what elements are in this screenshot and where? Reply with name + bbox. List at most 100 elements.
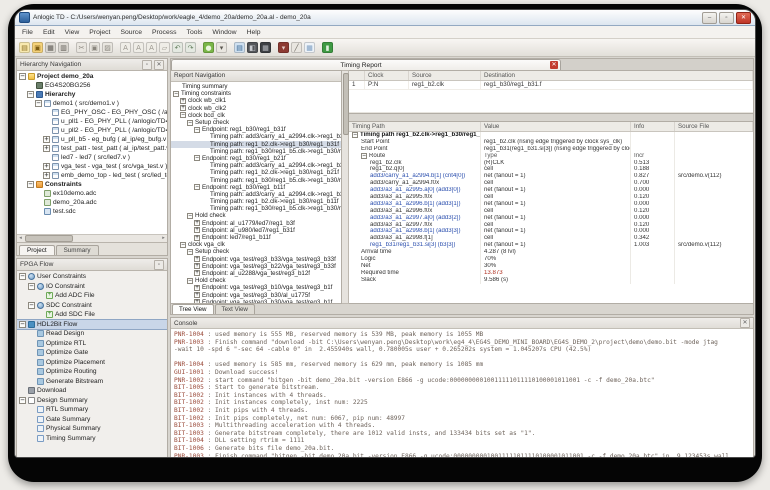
collapse-icon[interactable]: − [194, 127, 200, 133]
collapse-icon[interactable]: − [352, 132, 358, 138]
path-table-row[interactable]: reg1_b31/reg1_b31.si[3] (b3[3])net (fano… [349, 242, 753, 249]
collapse-icon[interactable]: − [180, 112, 186, 118]
tab-summary[interactable]: Summary [56, 245, 99, 255]
expand-icon[interactable]: + [43, 172, 50, 179]
collapse-icon[interactable]: − [19, 273, 26, 280]
expand-icon[interactable]: + [180, 98, 186, 104]
maximize-button[interactable]: ▫ [719, 12, 734, 24]
report-nav-row[interactable]: Timing path: reg1_b2.clk->reg1_b30/reg1_… [171, 198, 341, 205]
path-table-row[interactable]: add3/a3_a1_a2995.f0xcell0.120 [349, 194, 753, 201]
copy-icon[interactable]: ▣ [89, 42, 100, 53]
collapse-icon[interactable]: − [361, 153, 367, 159]
tab-tree-view[interactable]: Tree View [172, 304, 214, 314]
cut-icon[interactable]: ✂ [76, 42, 87, 53]
collapse-icon[interactable]: − [27, 181, 34, 188]
redo-icon[interactable]: ↷ [185, 42, 196, 53]
menu-help[interactable]: Help [242, 29, 266, 36]
collapse-icon[interactable]: − [187, 213, 193, 219]
collapse-icon[interactable]: − [19, 321, 26, 328]
report-nav-row[interactable]: −Setup check [171, 119, 341, 126]
collapse-icon[interactable]: − [194, 184, 200, 190]
flow-item[interactable]: +Add SDC File [17, 310, 167, 320]
flow-item[interactable]: Read Design [17, 329, 167, 339]
pin-panel-icon[interactable]: ▫ [154, 260, 164, 270]
hierarchy-tree-row[interactable]: −Hierarchy [17, 90, 167, 99]
path-table-row[interactable]: Start Pointreg1_b2.clk (rising edge trig… [349, 139, 753, 146]
floorplan-icon[interactable]: ◧ [247, 42, 258, 53]
zoom-in-icon[interactable]: A [120, 42, 131, 53]
flow-item[interactable]: +Add ADC File [17, 291, 167, 301]
column-header[interactable]: Source [409, 71, 481, 80]
undo-icon[interactable]: ↶ [172, 42, 183, 53]
collapse-icon[interactable]: − [27, 91, 34, 98]
expand-icon[interactable]: + [180, 105, 186, 111]
collapse-icon[interactable]: − [187, 278, 193, 284]
expand-icon[interactable]: + [194, 220, 200, 226]
collapse-icon[interactable]: − [187, 120, 193, 126]
expand-icon[interactable]: + [43, 163, 50, 170]
hierarchy-tree-row[interactable]: −Constraints [17, 180, 167, 189]
expand-icon[interactable]: + [194, 227, 200, 233]
report-nav-row[interactable]: +Endpoint: vga_test/reg3_b33/vga_test/re… [171, 256, 341, 263]
report-nav-row[interactable]: Timing summary [171, 83, 341, 90]
path-table-row[interactable]: −Timing path reg1_b2.clk->reg1_b30/reg1_… [349, 132, 753, 139]
scrollbar-thumb[interactable] [343, 73, 349, 135]
report-nav-row[interactable]: +Endpoint: al_u980/led7/reg1_b31f [171, 227, 341, 234]
run-flow-icon[interactable]: ● [203, 42, 214, 53]
flow-item[interactable]: RTL Summary [17, 405, 167, 415]
new-file-icon[interactable]: ▤ [19, 42, 30, 53]
path-table-row[interactable]: add3/a3_a1_a2998.f[1]cell0.342 [349, 235, 753, 242]
tab-timing-report[interactable]: Timing Report ✕ [171, 59, 561, 70]
hierarchy-tree-row[interactable]: u_pll1 - EG_PHY_PLL ( /anlogic/TD4.1/8/a… [17, 117, 167, 126]
float-panel-icon[interactable]: ▫ [142, 60, 152, 70]
flow-item[interactable]: −IO Constraint [17, 282, 167, 292]
collapse-icon[interactable]: − [28, 302, 35, 309]
menu-window[interactable]: Window [207, 29, 241, 36]
report-nav-row[interactable]: +Endpoint: vga_test/reg3_b10/vga_test/re… [171, 284, 341, 291]
minimize-button[interactable]: – [702, 12, 717, 24]
report-nav-row[interactable]: −Hold check [171, 277, 341, 284]
report-nav-row[interactable]: −clock bcd_clk [171, 112, 341, 119]
hierarchy-tree-row[interactable]: test.sdc [17, 207, 167, 216]
expand-icon[interactable]: + [194, 285, 200, 291]
expand-icon[interactable]: + [43, 145, 50, 152]
report-nav-row[interactable]: Timing path: reg1_b2.clk->reg1_b30/reg1_… [171, 141, 341, 148]
report-nav-row[interactable]: Timing path: reg1_b30/reg1_b5.clk->reg1_… [171, 148, 341, 155]
path-table-row[interactable]: add3/a3_a1_a2997.f0xcell0.120 [349, 222, 753, 229]
hierarchy-tree-row[interactable]: −demo1 ( src/demo1.v ) [17, 99, 167, 108]
flow-item[interactable]: Gate Summary [17, 415, 167, 425]
flow-item[interactable]: −SDC Constraint [17, 301, 167, 311]
flow-item[interactable]: −HDL2Bit Flow [17, 320, 167, 330]
select-tool-icon[interactable]: ▱ [159, 42, 170, 53]
open-project-icon[interactable]: ▣ [32, 42, 43, 53]
run-dropdown-icon[interactable]: ▾ [216, 42, 227, 53]
new-source-icon[interactable]: ▤ [234, 42, 245, 53]
path-table-row[interactable]: add3/a3_a1_a2995.a[0] (add3[0])net (fano… [349, 187, 753, 194]
report-nav-row[interactable]: Timing path: add3/carry_a1_a2994.clk->re… [171, 162, 341, 169]
report-nav-row[interactable]: Timing path: add3/carry_a1_a2994.clk->re… [171, 133, 341, 140]
path-table-row[interactable]: reg1_b2.q[0]cell0.188 [349, 166, 753, 173]
report-nav-row[interactable]: +clock wb_clk1 [171, 97, 341, 104]
report-nav-row[interactable]: −Endpoint: reg1_b30/reg1_b21f [171, 155, 341, 162]
report-nav-row[interactable]: +Endpoint: al_u1779/led7/reg1_b3f [171, 220, 341, 227]
path-table-row[interactable]: add3/a3_a1_a2998.b[1] (add3[3])net (fano… [349, 228, 753, 235]
hierarchy-tree-row[interactable]: +emb_demo_top - led_test ( src/led_test.… [17, 171, 167, 180]
column-header[interactable]: Value [481, 122, 631, 131]
collapse-icon[interactable]: − [28, 283, 35, 290]
flow-item[interactable]: Optimize Placement [17, 358, 167, 368]
report-nav-row[interactable]: Timing path: reg1_b2.clk->reg1_b30/reg1_… [171, 169, 341, 176]
path-table-row[interactable]: add3/a3_a1_a2997.a[0] (add3[2])net (fano… [349, 215, 753, 222]
clock-table-row[interactable]: 1P:Nreg1_b2.clkreg1_b30/reg1_b31.f [349, 81, 753, 90]
collapse-icon[interactable]: − [19, 397, 26, 404]
report-nav-row[interactable]: +clock wb_clk2 [171, 105, 341, 112]
zoom-out-icon[interactable]: A [133, 42, 144, 53]
probe-icon[interactable]: ╱ [291, 42, 302, 53]
chip-view-icon[interactable]: ▦ [260, 42, 271, 53]
help-book-icon[interactable]: ▮ [322, 42, 333, 53]
flow-item[interactable]: −Design Summary [17, 396, 167, 406]
path-table-row[interactable]: Net30% [349, 263, 753, 270]
close-tab-icon[interactable]: ✕ [550, 61, 558, 69]
collapse-icon[interactable]: − [180, 242, 186, 248]
path-table-row[interactable]: −RouteTypeIncr [349, 153, 753, 160]
hierarchy-tree-row[interactable]: EG_PHY_OSC - EG_PHY_OSC ( /anlogic/TD4.1… [17, 108, 167, 117]
